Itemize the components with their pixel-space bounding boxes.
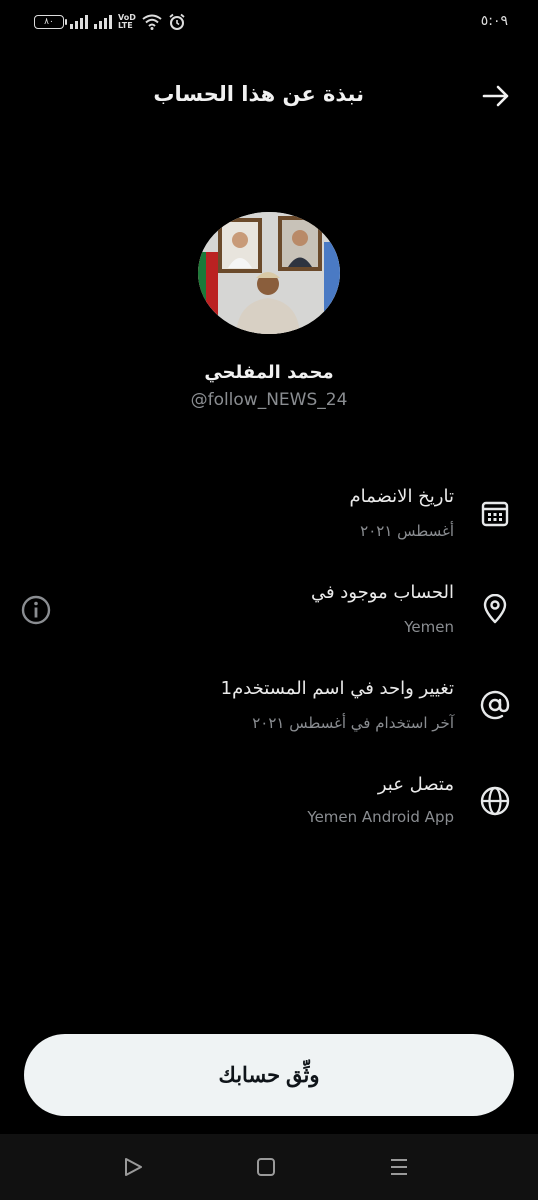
status-bar: ٨٠ VoD LTE ٥:٠٩ [0, 0, 538, 46]
arrow-right-icon[interactable] [480, 80, 512, 112]
battery-icon: ٨٠ [34, 15, 67, 29]
username-change-label: تغيير واحد في اسم المستخدم1 [220, 678, 454, 699]
clock: ٥:٠٩ [480, 13, 508, 29]
profile-handle: @follow_NEWS_24 [190, 390, 348, 410]
system-nav-bar [0, 1134, 538, 1200]
network-type-icon: VoD LTE [118, 14, 136, 30]
globe-icon [480, 786, 510, 816]
account-location-row: الحساب موجود في Yemen [0, 578, 538, 648]
at-sign-icon [480, 690, 510, 720]
page-title: نبذة عن هذا الحساب [153, 82, 364, 106]
joined-date-label: تاريخ الانضمام [349, 486, 454, 507]
calendar-icon [481, 501, 509, 527]
signal-icon-2 [94, 15, 112, 29]
location-pin-icon [483, 594, 507, 624]
battery-level: ٨٠ [44, 17, 54, 27]
recents-menu-icon[interactable] [386, 1154, 412, 1180]
info-icon[interactable] [20, 594, 52, 626]
header: نبذة عن هذا الحساب [0, 72, 538, 122]
wifi-icon [142, 14, 162, 30]
profile-name: محمد المفلحي [204, 362, 334, 383]
joined-date-value: أغسطس ٢٠٢١ [360, 522, 454, 540]
home-square-icon[interactable] [253, 1154, 279, 1180]
connected-via-value: Yemen Android App [307, 808, 454, 826]
avatar[interactable] [198, 212, 340, 334]
joined-date-row: تاريخ الانضمام أغسطس ٢٠٢١ [0, 482, 538, 552]
connected-via-row: متصل عبر Yemen Android App [0, 770, 538, 840]
network-tag-lte: LTE [118, 21, 133, 30]
back-triangle-icon[interactable] [120, 1154, 146, 1180]
avatar-image [198, 212, 340, 334]
connected-via-label: متصل عبر [377, 774, 454, 795]
username-change-row: تغيير واحد في اسم المستخدم1 آخر استخدام … [0, 674, 538, 744]
username-change-value: آخر استخدام في أغسطس ٢٠٢١ [252, 714, 454, 732]
alarm-icon [169, 13, 185, 30]
status-icons: ٨٠ VoD LTE [34, 13, 186, 31]
account-location-value: Yemen [404, 618, 454, 636]
signal-icon-1 [70, 15, 88, 29]
account-location-label: الحساب موجود في [310, 582, 454, 603]
verify-account-button[interactable]: وثِّق حسابك [24, 1034, 514, 1116]
